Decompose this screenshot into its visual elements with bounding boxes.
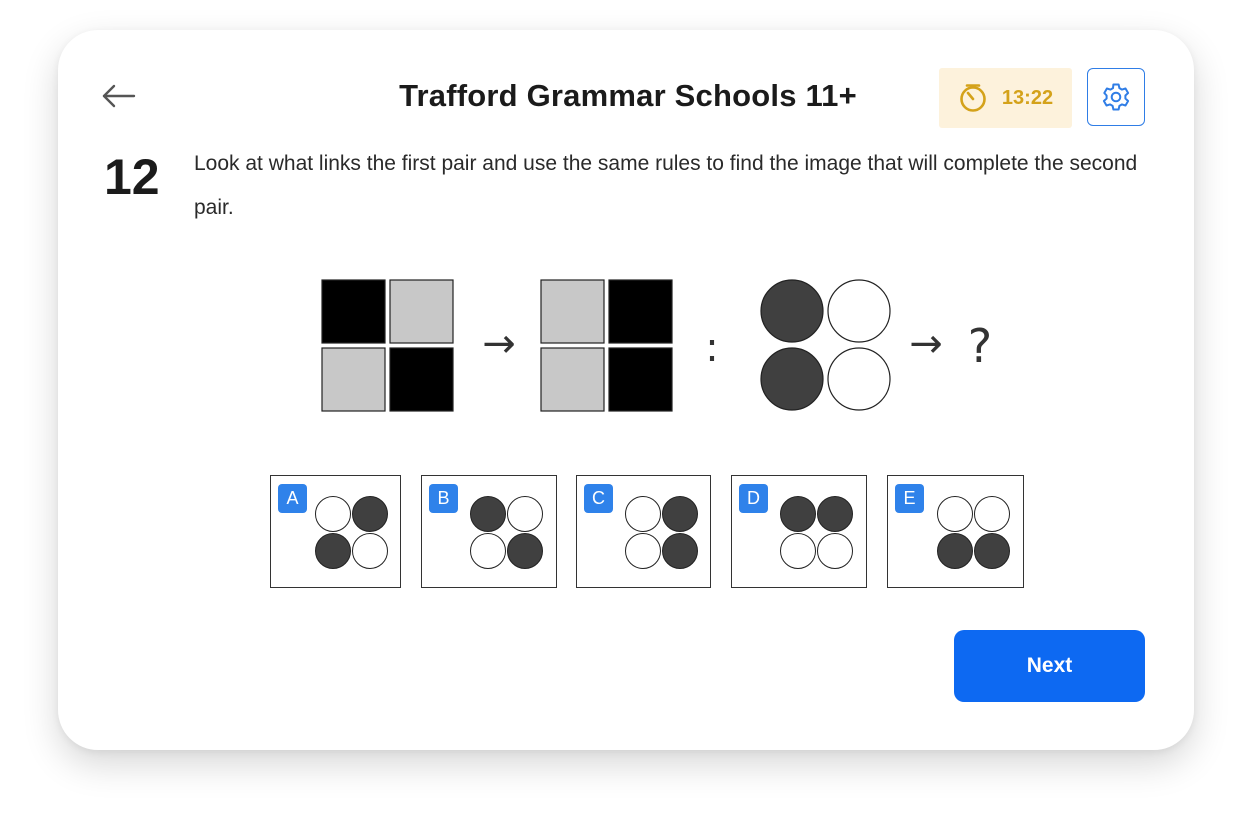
pair1-before-cell — [389, 279, 454, 344]
pair2-before-grid — [760, 279, 891, 411]
pair-separator: : — [705, 325, 718, 371]
option-b[interactable]: B — [421, 475, 557, 588]
option-figure — [625, 496, 698, 569]
option-letter: A — [278, 484, 307, 513]
question-card: Trafford Grammar Schools 11+ 13:22 12 Lo… — [58, 30, 1194, 750]
pair1-before-cell — [321, 279, 386, 344]
option-letter: D — [739, 484, 768, 513]
pair2-before-cell — [760, 347, 824, 411]
arrow-2: → — [909, 321, 943, 367]
pair1-after-cell — [608, 279, 673, 344]
pair1-after-cell — [608, 347, 673, 412]
option-d[interactable]: D — [731, 475, 867, 588]
pair1-before-cell — [321, 347, 386, 412]
option-c[interactable]: C — [576, 475, 711, 588]
option-letter: B — [429, 484, 458, 513]
pair1-after-grid — [540, 279, 673, 412]
option-figure — [780, 496, 853, 569]
next-button[interactable]: Next — [954, 630, 1145, 702]
puzzle-figure: → : → ? — [321, 279, 992, 412]
option-letter: E — [895, 484, 924, 513]
pair1-before-cell — [389, 347, 454, 412]
option-figure — [937, 496, 1010, 569]
pair2-before-cell — [760, 279, 824, 343]
pair1-after-cell — [540, 347, 605, 412]
option-a[interactable]: A — [270, 475, 401, 588]
option-figure — [470, 496, 543, 569]
unknown-answer: ? — [968, 319, 992, 373]
pair1-before-grid — [321, 279, 454, 412]
pair2-before-cell — [827, 347, 891, 411]
option-letter: C — [584, 484, 613, 513]
option-e[interactable]: E — [887, 475, 1024, 588]
pair2-before-cell — [827, 279, 891, 343]
arrow-1: → — [482, 321, 516, 367]
pair1-after-cell — [540, 279, 605, 344]
option-figure — [315, 496, 388, 569]
